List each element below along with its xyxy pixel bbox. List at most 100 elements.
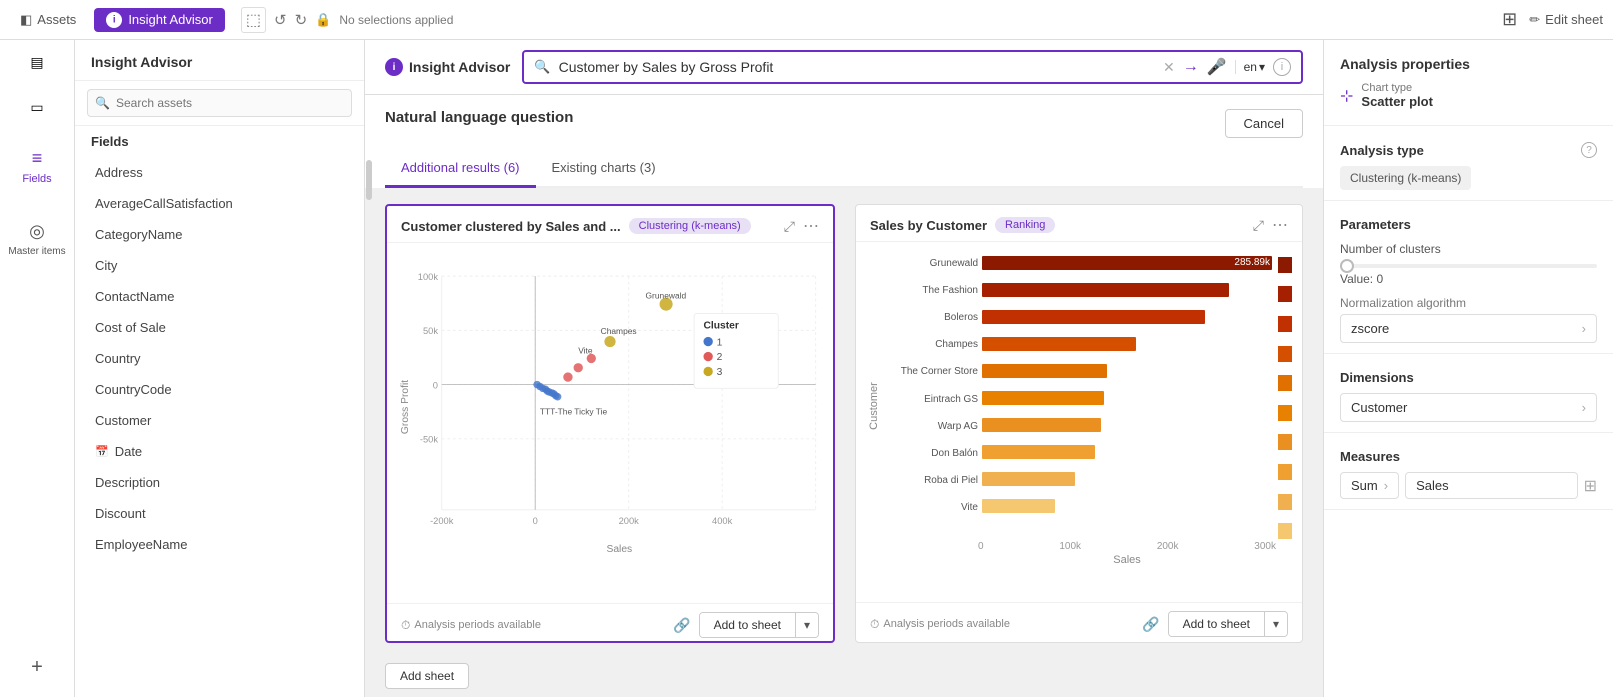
slider-container[interactable] [1340,264,1597,268]
more-icon[interactable]: ⋯ [803,216,819,236]
add-to-sheet-btn-2: Add to sheet ▾ [1168,611,1288,637]
field-item-contactname[interactable]: ContactName [75,281,364,312]
expand-icon-2[interactable]: ⤢ [1253,217,1264,234]
dimensions-section: Dimensions Customer › [1324,354,1613,433]
chart-2-body: Customer Grunewald 285.89k The Fashion 2… [856,242,1302,602]
nlq-section-title: Natural language question [385,109,573,126]
bar-row: Roba di Piel 91.72k [888,472,1272,488]
bar-rows: Grunewald 285.89k The Fashion 243.77k Bo… [884,246,1276,541]
edit-sheet-button[interactable]: ✏ Edit sheet [1529,12,1603,28]
top-nav: ◧ Assets i Insight Advisor ⬚ ↺ ↻ 🔒 No se… [0,0,1613,40]
chart-1-actions: ⤢ ⋯ [784,216,819,236]
bar-y-text: Customer [868,382,880,430]
chart-type-label: Chart type [1361,82,1433,94]
field-item-cost-of-sale[interactable]: Cost of Sale [75,312,364,343]
tab-additional-results[interactable]: Additional results (6) [385,150,536,188]
chart-type-info: Chart type Scatter plot [1361,82,1433,109]
heatmap-cell [1278,464,1292,480]
more-icon-2[interactable]: ⋯ [1272,215,1288,235]
mic-icon[interactable]: 🎤 [1207,57,1227,77]
lock-icon[interactable]: 🔒 [315,12,331,28]
select-icon[interactable]: ⬚ [241,7,266,33]
svg-text:-200k: -200k [430,516,454,526]
sidebar-master-items-button[interactable]: ◎ Master items [0,213,73,265]
sidebar-fields-button[interactable]: ≡ Fields [14,140,59,193]
tabs-row: Additional results (6) Existing charts (… [385,150,1303,188]
measure-grid-icon[interactable]: ⊞ [1584,476,1597,496]
svg-text:100k: 100k [418,272,439,282]
field-item-employeename[interactable]: EmployeeName [75,529,364,560]
bar-fill [982,283,1229,297]
slider-thumb[interactable] [1340,259,1354,273]
heatmap-cell [1278,316,1292,332]
analysis-type-help-icon[interactable]: ? [1581,142,1597,158]
field-item-description[interactable]: Description [75,467,364,498]
field-item-categoryname[interactable]: CategoryName [75,219,364,250]
search-bar-icon: 🔍 [534,59,550,75]
link-icon-1[interactable]: 🔗 [673,617,690,634]
field-item-date[interactable]: 📅Date [75,436,364,467]
add-to-sheet-drop-1[interactable]: ▾ [795,613,818,637]
toggle-panel-button[interactable]: ▤ [26,50,47,75]
left-sidebar: ▤ ▭ ≡ Fields ◎ Master items + [0,40,75,697]
field-item-customer[interactable]: Customer [75,405,364,436]
undo-icon[interactable]: ↺ [274,11,287,29]
clear-icon[interactable]: ✕ [1163,59,1175,76]
analysis-periods-1: ⏱ Analysis periods available [401,618,541,633]
search-box: 🔍 [75,81,364,126]
field-item-averagecallsatisfaction[interactable]: AverageCallSatisfaction [75,188,364,219]
info-icon[interactable]: i [1273,58,1291,76]
assets-tab[interactable]: ◧ Assets [10,12,86,28]
add-to-sheet-drop-2[interactable]: ▾ [1264,612,1287,636]
field-item-country[interactable]: Country [75,343,364,374]
tab-existing-charts[interactable]: Existing charts (3) [536,150,672,188]
expand-icon[interactable]: ⤢ [784,218,795,235]
arrow-icon[interactable]: → [1183,58,1199,76]
field-item-city[interactable]: City [75,250,364,281]
nlq-input[interactable] [559,59,1155,75]
main-layout: ▤ ▭ ≡ Fields ◎ Master items + Insight Ad… [0,40,1613,697]
svg-text:3: 3 [717,367,723,378]
fields-section-header[interactable]: Fields [75,126,364,157]
lang-selector[interactable]: en ▾ [1235,60,1265,74]
ia-header-bar: i Insight Advisor 🔍 ✕ → 🎤 en ▾ i [365,40,1323,95]
redo-icon[interactable]: ↻ [295,11,308,29]
chart-1-title: Customer clustered by Sales and ... [401,219,621,234]
lang-chevron-icon: ▾ [1259,60,1265,74]
add-to-sheet-main-1[interactable]: Add to sheet [700,613,795,637]
norm-algo-value: zscore [1351,321,1389,336]
analysis-periods-2: ⏱ Analysis periods available [870,617,1010,632]
nlq-search-bar[interactable]: 🔍 ✕ → 🎤 en ▾ i [522,50,1303,84]
chart-1-header: Customer clustered by Sales and ... Clus… [387,206,833,243]
cancel-button[interactable]: Cancel [1225,109,1303,138]
search-input[interactable] [87,89,352,117]
left-scrollbar[interactable] [365,150,373,188]
master-items-icon: ◎ [29,221,45,242]
chart-card-scatter: Customer clustered by Sales and ... Clus… [385,204,835,643]
svg-text:400k: 400k [712,516,733,526]
bar-container: 285.89k [982,256,1272,272]
chart-type-name: Scatter plot [1361,94,1433,109]
parameters-label: Parameters [1340,217,1597,232]
bar-row: Eintrach GS 118.67k [888,391,1272,407]
link-icon-2[interactable]: 🔗 [1142,616,1159,633]
measure-field-selector[interactable]: Sales [1405,472,1578,499]
dimension-selector[interactable]: Customer › [1340,393,1597,422]
sidebar-add-button[interactable]: + [23,648,51,687]
bar-row: Champes 151.55k [888,337,1272,353]
measure-agg-selector[interactable]: Sum › [1340,472,1399,499]
field-item-discount[interactable]: Discount [75,498,364,529]
field-item-countrycode[interactable]: CountryCode [75,374,364,405]
add-sheet-button[interactable]: Add sheet [385,663,469,689]
ia-logo-icon: i [385,58,403,76]
measure-agg-chevron-icon: › [1384,478,1388,493]
svg-text:Cluster: Cluster [703,320,738,331]
assets-panel: Insight Advisor 🔍 Fields AddressAverageC… [75,40,365,697]
bar-fill [982,391,1104,405]
grid-icon[interactable]: ⊞ [1502,9,1517,30]
insight-advisor-tab[interactable]: i Insight Advisor [94,8,225,32]
norm-algo-selector[interactable]: zscore › [1340,314,1597,343]
add-to-sheet-main-2[interactable]: Add to sheet [1169,612,1264,636]
field-item-address[interactable]: Address [75,157,364,188]
panel-icon2[interactable]: ▭ [26,95,47,120]
